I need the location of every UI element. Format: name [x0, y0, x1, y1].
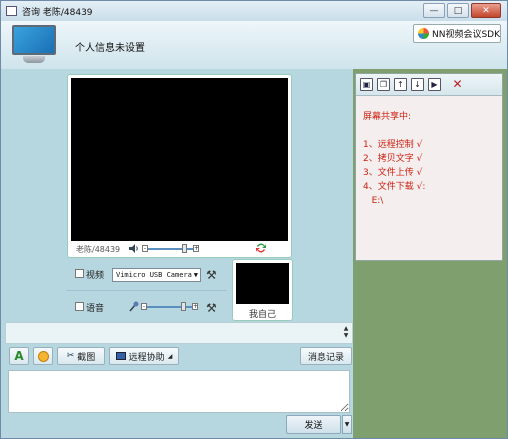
screenshot-button[interactable]: ✂ 截图 — [57, 347, 105, 365]
maximize-button[interactable]: □ — [447, 3, 469, 18]
app-icon — [6, 6, 17, 16]
history-scrollbar[interactable]: ▲ ▼ — [342, 325, 350, 341]
share-status-text: 屏幕共享中: 1、远程控制 √ 2、拷贝文字 √ 3、文件上传 √ 4、文件下载… — [363, 112, 426, 206]
file-upload-icon[interactable]: ↑ — [394, 78, 407, 91]
window-controls: — □ ✕ — [423, 3, 501, 18]
right-panel: ▣ ❐ ↑ ↓ ▶ ✕ 屏幕共享中: 1、远程控制 √ 2、拷贝文字 √ 3、文… — [353, 69, 507, 438]
camera-settings-icon[interactable]: ⚒ — [206, 269, 218, 281]
remote-user-name: 老陈/48439 — [76, 245, 121, 254]
audio-label: 语音 — [86, 304, 105, 314]
video-checkbox[interactable] — [75, 269, 84, 278]
sdk-logo-icon — [418, 28, 429, 39]
camera-select[interactable]: Vimicro USB Camera ▼ — [112, 268, 201, 282]
close-share-icon[interactable]: ✕ — [451, 78, 464, 91]
title-bar: 咨询 老陈/48439 — □ ✕ — [1, 1, 507, 21]
window-title: 咨询 老陈/48439 — [22, 7, 93, 18]
remote-video — [71, 78, 288, 241]
send-label: 发送 — [304, 421, 323, 431]
camera-select-value: Vimicro USB Camera — [116, 271, 192, 279]
chat-toolbar: A ✂ 截图 远程协助 ◢ 消息记录 — [5, 346, 353, 368]
mic-slider[interactable]: - + — [141, 302, 198, 311]
message-input[interactable] — [8, 370, 350, 413]
chevron-down-icon: ▼ — [193, 271, 198, 279]
remote-assist-label: 远程协助 — [128, 352, 165, 363]
remote-video-panel: 老陈/48439 - + — [67, 74, 292, 258]
message-history[interactable]: ▲ ▼ — [5, 322, 353, 344]
mic-increase-icon[interactable]: + — [192, 303, 198, 310]
chat-window: 咨询 老陈/48439 — □ ✕ 个人信息未设置 NN视频会议SDK 老陈/4… — [0, 0, 508, 439]
screen-share-panel: ▣ ❐ ↑ ↓ ▶ ✕ 屏幕共享中: 1、远程控制 √ 2、拷贝文字 √ 3、文… — [355, 73, 503, 261]
self-video — [236, 263, 289, 304]
self-label: 我自己 — [248, 310, 276, 320]
switch-camera-icon[interactable] — [255, 241, 267, 255]
screenshot-label: 截图 — [77, 352, 96, 363]
font-button[interactable]: A — [9, 347, 29, 365]
send-options-button[interactable]: ▼ — [342, 415, 352, 434]
history-button[interactable]: 消息记录 — [300, 347, 352, 365]
volume-knob[interactable] — [182, 244, 187, 253]
microphone-icon[interactable] — [129, 301, 139, 312]
divider — [67, 290, 227, 291]
audio-settings-icon[interactable]: ⚒ — [206, 302, 218, 314]
share-screen-icon[interactable]: ▶ — [428, 78, 441, 91]
sdk-button[interactable]: NN视频会议SDK — [413, 24, 501, 43]
minimize-button[interactable]: — — [423, 3, 445, 18]
emoji-button[interactable] — [33, 347, 53, 365]
speaker-icon[interactable] — [129, 244, 139, 253]
mic-knob[interactable] — [181, 302, 186, 311]
view-screen-icon[interactable]: ▣ — [360, 78, 373, 91]
audio-checkbox[interactable] — [75, 302, 84, 311]
self-video-panel: 我自己 — [232, 259, 293, 321]
monitor-stand — [23, 56, 45, 63]
font-label: A — [14, 349, 24, 363]
monitor-icon — [12, 25, 56, 55]
sdk-button-label: NN视频会议SDK — [432, 30, 501, 40]
emoji-icon — [37, 350, 49, 362]
volume-increase-icon[interactable]: + — [193, 245, 199, 252]
history-button-label: 消息记录 — [307, 352, 344, 363]
remote-assist-button[interactable]: 远程协助 ◢ — [109, 347, 179, 365]
profile-status: 个人信息未设置 — [75, 43, 145, 54]
send-button[interactable]: 发送 — [286, 415, 341, 434]
scissors-icon: ✂ — [66, 351, 75, 361]
volume-slider[interactable]: - + — [142, 244, 199, 253]
header: 个人信息未设置 NN视频会议SDK — [1, 21, 507, 69]
share-toolbar: ▣ ❐ ↑ ↓ ▶ ✕ — [356, 74, 502, 96]
dropdown-arrow-icon: ◢ — [167, 352, 173, 360]
video-label: 视频 — [86, 271, 105, 281]
file-download-icon[interactable]: ↓ — [411, 78, 424, 91]
close-button[interactable]: ✕ — [471, 3, 501, 18]
remote-assist-icon — [115, 352, 126, 360]
copy-text-icon[interactable]: ❐ — [377, 78, 390, 91]
